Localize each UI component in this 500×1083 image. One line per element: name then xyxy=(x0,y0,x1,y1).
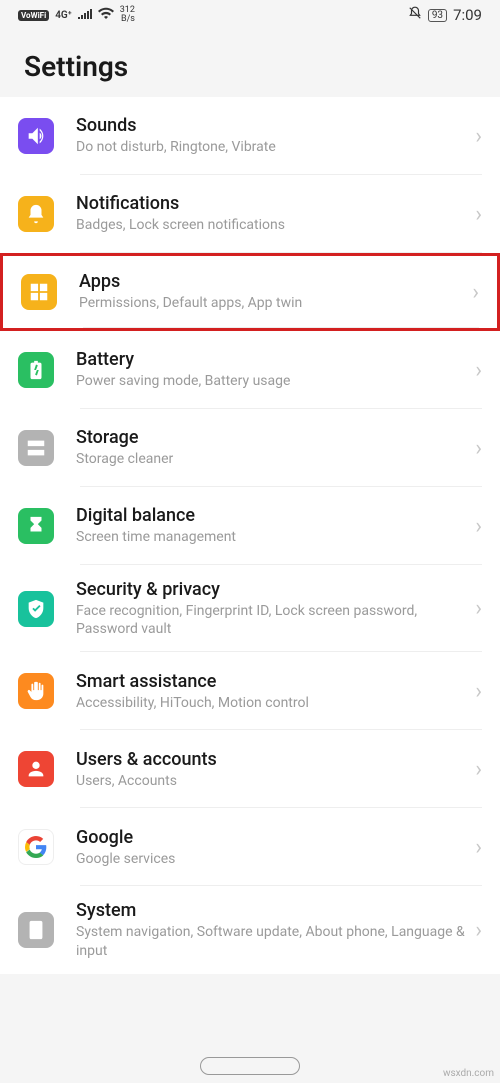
row-subtitle: Users, Accounts xyxy=(76,772,467,790)
settings-row-system[interactable]: SystemSystem navigation, Software update… xyxy=(0,886,500,973)
status-bar: VoWiFi 4G⁺ 312B/s 93 7:09 xyxy=(0,0,500,30)
storage-icon xyxy=(18,430,54,466)
status-right: 93 7:09 xyxy=(408,6,482,24)
battery-icon xyxy=(18,352,54,388)
row-text: Digital balance Screen time management xyxy=(76,505,467,546)
clock: 7:09 xyxy=(453,6,482,24)
chevron-right-icon: › xyxy=(475,202,482,227)
settings-row-users[interactable]: Users & accounts Users, Accounts › xyxy=(0,730,500,808)
row-title: Google xyxy=(76,827,467,848)
chevron-right-icon: › xyxy=(475,358,482,383)
chevron-right-icon: › xyxy=(472,280,479,305)
row-text: Storage Storage cleaner xyxy=(76,427,467,468)
row-text: Security & privacyFace recognition, Fing… xyxy=(76,579,467,638)
row-title: Sounds xyxy=(76,115,467,136)
signal-bars-icon xyxy=(78,8,92,23)
bell-icon xyxy=(18,196,54,232)
chevron-right-icon: › xyxy=(475,757,482,782)
row-text: Smart assistance Accessibility, HiTouch, … xyxy=(76,671,467,712)
row-text: Users & accounts Users, Accounts xyxy=(76,749,467,790)
row-subtitle: Badges, Lock screen notifications xyxy=(76,216,467,234)
row-subtitle: Permissions, Default apps, App twin xyxy=(79,294,464,312)
vowifi-badge: VoWiFi xyxy=(18,10,49,21)
row-title: Smart assistance xyxy=(76,671,467,692)
mute-icon xyxy=(408,6,422,24)
status-left: VoWiFi 4G⁺ 312B/s xyxy=(18,6,135,24)
row-subtitle: Storage cleaner xyxy=(76,450,467,468)
row-text: Google Google services xyxy=(76,827,467,868)
row-title: Digital balance xyxy=(76,505,467,526)
row-title: Notifications xyxy=(76,193,467,214)
nav-pill[interactable] xyxy=(200,1057,300,1075)
volume-icon xyxy=(18,118,54,154)
watermark: wsxdn.com xyxy=(443,1068,494,1079)
row-text: Battery Power saving mode, Battery usage xyxy=(76,349,467,390)
hand-icon xyxy=(18,673,54,709)
settings-row-notifications[interactable]: Notifications Badges, Lock screen notific… xyxy=(0,175,500,253)
settings-row-digital-balance[interactable]: Digital balance Screen time management › xyxy=(0,487,500,565)
row-subtitle: System navigation, Software update, Abou… xyxy=(76,923,467,959)
row-title: Battery xyxy=(76,349,467,370)
row-text: SystemSystem navigation, Software update… xyxy=(76,900,467,959)
row-subtitle: Face recognition, Fingerprint ID, Lock s… xyxy=(76,602,467,638)
chevron-right-icon: › xyxy=(475,596,482,621)
row-title: Storage xyxy=(76,427,467,448)
chevron-right-icon: › xyxy=(475,124,482,149)
row-subtitle: Power saving mode, Battery usage xyxy=(76,372,467,390)
settings-row-google[interactable]: Google Google services › xyxy=(0,808,500,886)
row-text: Notifications Badges, Lock screen notific… xyxy=(76,193,467,234)
chevron-right-icon: › xyxy=(475,835,482,860)
row-title: Security & privacy xyxy=(76,579,467,600)
page-title: Settings xyxy=(24,50,476,83)
row-text: Apps Permissions, Default apps, App twin xyxy=(79,271,464,312)
settings-row-storage[interactable]: Storage Storage cleaner › xyxy=(0,409,500,487)
chevron-right-icon: › xyxy=(475,436,482,461)
signal-indicator: 4G⁺ xyxy=(55,10,72,21)
hourglass-icon xyxy=(18,508,54,544)
page-header: Settings xyxy=(0,30,500,97)
chevron-right-icon: › xyxy=(475,679,482,704)
settings-row-sounds[interactable]: Sounds Do not disturb, Ringtone, Vibrate › xyxy=(0,97,500,175)
row-subtitle: Google services xyxy=(76,850,467,868)
shield-icon xyxy=(18,591,54,627)
row-subtitle: Accessibility, HiTouch, Motion control xyxy=(76,694,467,712)
grid-icon xyxy=(21,274,57,310)
row-title: Users & accounts xyxy=(76,749,467,770)
row-subtitle: Screen time management xyxy=(76,528,467,546)
settings-row-apps[interactable]: Apps Permissions, Default apps, App twin › xyxy=(0,253,500,331)
row-text: Sounds Do not disturb, Ringtone, Vibrate xyxy=(76,115,467,156)
chevron-right-icon: › xyxy=(475,514,482,539)
row-subtitle: Do not disturb, Ringtone, Vibrate xyxy=(76,138,467,156)
settings-list[interactable]: Sounds Do not disturb, Ringtone, Vibrate ›… xyxy=(0,97,500,974)
settings-row-smart-assistance[interactable]: Smart assistance Accessibility, HiTouch, … xyxy=(0,652,500,730)
chevron-right-icon: › xyxy=(475,918,482,943)
settings-row-battery[interactable]: Battery Power saving mode, Battery usage › xyxy=(0,331,500,409)
google-icon xyxy=(18,829,54,865)
user-icon xyxy=(18,751,54,787)
row-title: System xyxy=(76,900,467,921)
net-speed: 312B/s xyxy=(120,6,135,24)
settings-row-security[interactable]: Security & privacyFace recognition, Fing… xyxy=(0,565,500,652)
nav-bar xyxy=(0,1057,500,1075)
wifi-icon xyxy=(98,7,114,23)
battery-indicator: 93 xyxy=(428,9,447,22)
phoneinfo-icon xyxy=(18,912,54,948)
row-title: Apps xyxy=(79,271,464,292)
